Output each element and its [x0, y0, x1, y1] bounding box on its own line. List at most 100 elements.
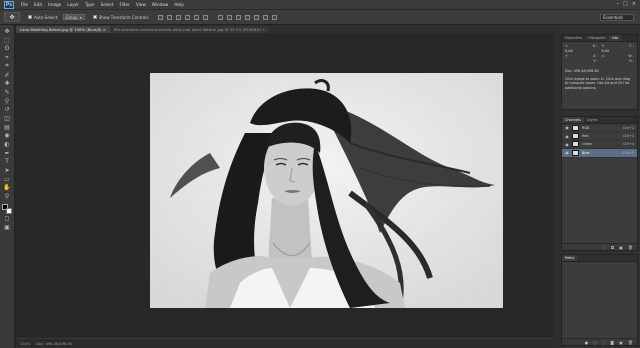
screen-mode-icon[interactable]: ▣	[2, 224, 12, 231]
distribute-right-icon[interactable]	[263, 14, 269, 20]
menu-help[interactable]: Help	[174, 2, 184, 7]
hand-tool-icon[interactable]: ✋	[2, 184, 12, 191]
zoom-tool-icon[interactable]: ⚲	[2, 193, 12, 200]
auto-align-icon[interactable]	[272, 14, 278, 20]
close-icon[interactable]: ×	[101, 27, 106, 32]
eyedropper-tool-icon[interactable]: ✐	[2, 71, 12, 79]
canvas-area[interactable]	[16, 33, 554, 338]
distribute-bottom-icon[interactable]	[236, 14, 242, 20]
auto-select-value: Group	[65, 14, 78, 20]
spot-heal-tool-icon[interactable]: ✚	[2, 80, 12, 87]
clone-stamp-tool-icon[interactable]: ⚲	[2, 98, 12, 105]
menu-layer[interactable]: Layer	[67, 2, 79, 7]
close-icon[interactable]: ×	[261, 27, 265, 32]
tab-histogram[interactable]: Histogram	[585, 35, 609, 41]
delete-icon[interactable]: 🗑	[628, 340, 633, 345]
type-tool-icon[interactable]: T	[2, 158, 12, 165]
path-select-tool-icon[interactable]: ➤	[2, 167, 12, 174]
tab-lana-modeling[interactable]: Lana Modeling Behon.jpg @ 100% (Blue/8) …	[16, 26, 110, 33]
menu-bar: Ps File Edit Image Layer Type Select Fil…	[0, 0, 640, 10]
menu-edit[interactable]: Edit	[34, 2, 42, 7]
distribute-top-icon[interactable]	[218, 14, 224, 20]
tab-layers[interactable]: Layers	[584, 117, 601, 123]
maximize-icon[interactable]: □	[623, 1, 628, 7]
distribute-left-icon[interactable]	[245, 14, 251, 20]
info-c: ✎ C :	[601, 44, 635, 48]
checkbox-icon[interactable]	[28, 15, 32, 19]
tab-channels[interactable]: Channels	[562, 117, 584, 123]
distribute-center-icon[interactable]	[254, 14, 260, 20]
channel-row-green[interactable]: ◉ Green Ctrl+4	[562, 141, 637, 150]
channel-row-blue[interactable]: ◉ Blue Ctrl+5	[562, 149, 637, 158]
align-middle-icon[interactable]	[167, 14, 173, 20]
eye-icon[interactable]: ◉	[565, 150, 569, 155]
dodge-tool-icon[interactable]: ◐	[2, 141, 12, 148]
info-y: Y :	[593, 59, 598, 63]
history-brush-tool-icon[interactable]: ↺	[2, 106, 12, 113]
info-help-text: Click image to zoom in. Click and drag t…	[565, 77, 631, 90]
align-center-icon[interactable]	[194, 14, 200, 20]
close-icon[interactable]: ×	[632, 1, 636, 7]
quick-mask-icon[interactable]: ◻	[2, 215, 12, 222]
zoom-level[interactable]: 100%	[20, 342, 30, 346]
auto-select-dropdown[interactable]: Group ▾	[62, 14, 85, 20]
align-bottom-icon[interactable]	[176, 14, 182, 20]
menu-type[interactable]: Type	[85, 2, 95, 7]
align-top-icon[interactable]	[158, 14, 164, 20]
load-icon[interactable]: ◌	[602, 340, 606, 345]
tab-second-document[interactable]: Ella-avezone-camera-presents-daily-nafi-…	[109, 26, 270, 33]
shape-tool-icon[interactable]: ▭	[2, 176, 12, 183]
mask-icon[interactable]: ◙	[610, 340, 614, 345]
menu-window[interactable]: Window	[152, 2, 169, 7]
tab-paths[interactable]: Paths	[562, 255, 578, 261]
chevron-down-icon: ▾	[79, 14, 82, 20]
gradient-tool-icon[interactable]: ▤	[2, 124, 12, 131]
brush-tool-icon[interactable]: ✎	[2, 89, 12, 96]
eye-icon[interactable]: ◉	[565, 142, 569, 147]
window-controls: – □ ×	[617, 1, 636, 7]
eye-icon[interactable]: ◉	[565, 125, 569, 130]
channel-row-red[interactable]: ◉ Red Ctrl+3	[562, 132, 637, 141]
marquee-tool-icon[interactable]: ⬚	[2, 37, 12, 44]
align-right-icon[interactable]	[203, 14, 209, 20]
minimize-icon[interactable]: –	[617, 1, 620, 7]
stroke-icon[interactable]: ○	[593, 340, 597, 345]
lasso-tool-icon[interactable]: ʘ	[2, 45, 12, 52]
save-selection-icon[interactable]: ◘	[611, 245, 614, 250]
menu-image[interactable]: Image	[48, 2, 61, 7]
blur-tool-icon[interactable]: ◉	[2, 132, 12, 139]
delete-icon[interactable]: 🗑	[628, 245, 633, 250]
channel-shortcut: Ctrl+3	[622, 134, 634, 139]
move-tool-icon[interactable]: ✥	[2, 28, 12, 35]
eraser-tool-icon[interactable]: ◫	[2, 115, 12, 122]
auto-select-checkbox[interactable]: Auto-Select:	[28, 15, 59, 20]
eye-icon[interactable]: ◉	[565, 134, 569, 139]
quick-select-tool-icon[interactable]: ⌖	[2, 54, 12, 61]
distribute-middle-icon[interactable]	[227, 14, 233, 20]
show-transform-checkbox[interactable]: Show Transform Controls	[92, 15, 148, 20]
workspace-dropdown[interactable]: Essentials	[600, 14, 634, 21]
document-image[interactable]	[150, 73, 503, 308]
info-readouts: ✎ K : ✎ C : 8-bit 8-bit + X : ▭ W : Y : H :	[562, 42, 637, 65]
channel-thumbnail	[572, 141, 579, 148]
dotted-circle-icon[interactable]: ◌	[602, 245, 606, 250]
crop-tool-icon[interactable]: ⌗	[2, 62, 12, 70]
color-swatches[interactable]	[2, 203, 12, 214]
workspace-label: Essentials	[603, 15, 624, 20]
move-tool-preset-icon[interactable]: ✥	[4, 12, 20, 22]
menu-select[interactable]: Select	[101, 2, 114, 7]
new-path-icon[interactable]: ▣	[619, 340, 623, 345]
menu-file[interactable]: File	[21, 2, 28, 7]
align-left-icon[interactable]	[185, 14, 191, 20]
new-channel-icon[interactable]: ▣	[619, 245, 623, 250]
tab-properties[interactable]: Properties	[562, 35, 585, 41]
checkbox-icon[interactable]	[92, 15, 97, 19]
menu-filter[interactable]: Filter	[119, 2, 129, 7]
pen-tool-icon[interactable]: ✒	[2, 150, 12, 157]
info-w: ▭ W :	[601, 54, 635, 58]
channel-row-rgb[interactable]: ◉ RGB Ctrl+2	[562, 124, 637, 133]
background-color-swatch[interactable]	[6, 207, 12, 214]
menu-view[interactable]: View	[136, 2, 146, 7]
fill-icon[interactable]: ●	[585, 340, 589, 345]
tab-info[interactable]: Info	[608, 35, 622, 41]
